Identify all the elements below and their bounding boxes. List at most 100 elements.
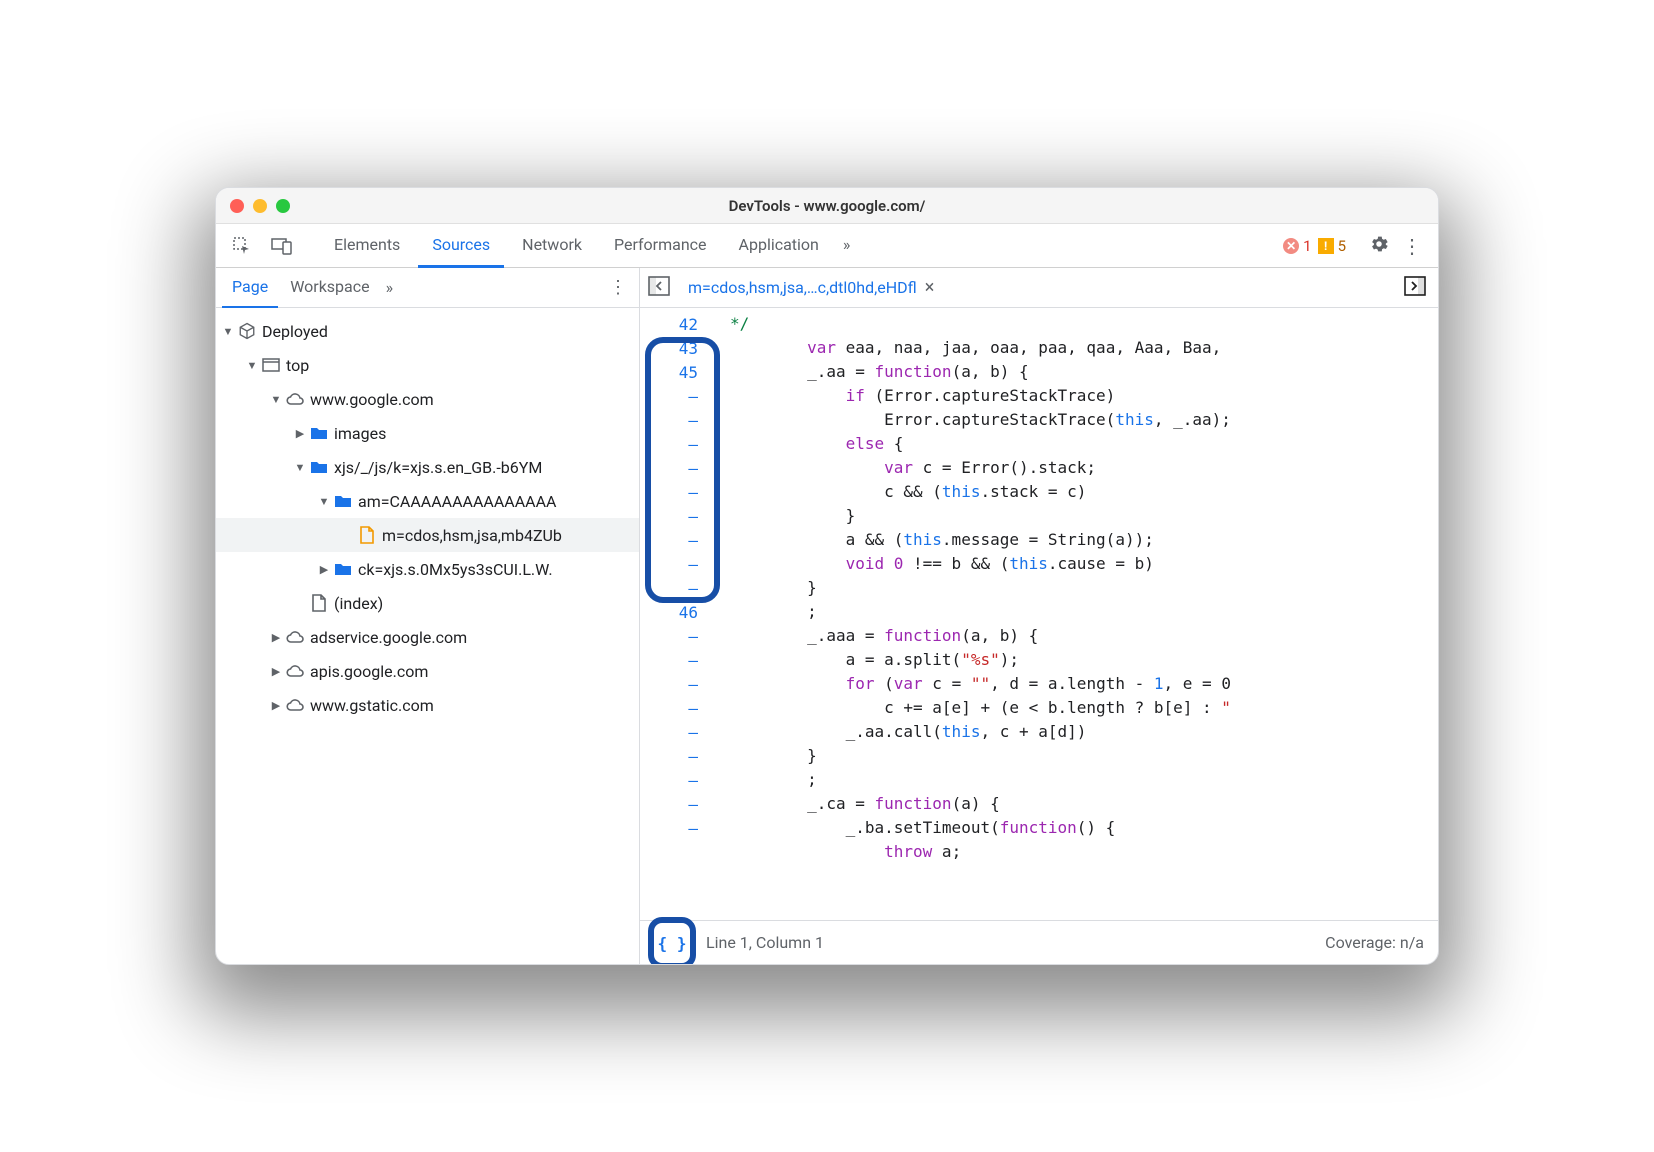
- line-number[interactable]: –: [640, 648, 712, 672]
- tree-gstatic[interactable]: ▶ www.gstatic.com: [216, 688, 639, 722]
- inspect-element-icon[interactable]: [224, 228, 260, 264]
- tree-index[interactable]: (index): [216, 586, 639, 620]
- line-gutter[interactable]: 42 43 45 – – – – – – – – – 46 – – – –: [640, 308, 718, 920]
- line-number[interactable]: –: [640, 792, 712, 816]
- tree-label: m=cdos,hsm,jsa,mb4ZUb: [382, 526, 562, 545]
- line-number[interactable]: –: [640, 576, 712, 600]
- line-number[interactable]: –: [640, 456, 712, 480]
- show-navigator-icon[interactable]: [648, 276, 670, 300]
- subtabs-overflow[interactable]: »: [386, 278, 394, 297]
- expand-icon: ▼: [294, 461, 306, 474]
- tree-label: images: [334, 424, 386, 443]
- line-number[interactable]: –: [640, 408, 712, 432]
- line-number[interactable]: –: [640, 720, 712, 744]
- file-tree: ▼ Deployed ▼ top ▼ www.google.com ▶: [216, 308, 639, 728]
- line-number[interactable]: –: [640, 552, 712, 576]
- error-count: 1: [1303, 237, 1311, 255]
- expand-icon: ▶: [270, 631, 282, 644]
- expand-icon: ▼: [270, 393, 282, 406]
- tree-deployed[interactable]: ▼ Deployed: [216, 314, 639, 348]
- subtab-workspace[interactable]: Workspace: [280, 268, 379, 308]
- line-number[interactable]: –: [640, 696, 712, 720]
- subtab-page[interactable]: Page: [222, 268, 278, 308]
- settings-gear-icon[interactable]: [1368, 233, 1390, 259]
- navigator-menu-icon[interactable]: ⋮: [609, 277, 633, 298]
- line-number[interactable]: –: [640, 384, 712, 408]
- line-number[interactable]: 45: [640, 360, 712, 384]
- tab-performance[interactable]: Performance: [600, 224, 721, 268]
- file-tab-active[interactable]: m=cdos,hsm,jsa,…c,dtl0hd,eHDfl ×: [680, 268, 942, 308]
- error-icon: ✕: [1283, 238, 1299, 254]
- tree-label: www.gstatic.com: [310, 696, 434, 715]
- warning-count-badge[interactable]: ! 5: [1318, 237, 1346, 255]
- code-editor[interactable]: 42 43 45 – – – – – – – – – 46 – – – –: [640, 308, 1438, 920]
- window-title: DevTools - www.google.com/: [729, 197, 926, 215]
- titlebar: DevTools - www.google.com/: [216, 188, 1438, 224]
- minimize-window-button[interactable]: [253, 199, 267, 213]
- tree-google[interactable]: ▼ www.google.com: [216, 382, 639, 416]
- line-number[interactable]: –: [640, 480, 712, 504]
- warning-count: 5: [1338, 237, 1346, 255]
- line-number[interactable]: 43: [640, 336, 712, 360]
- tree-am[interactable]: ▼ am=CAAAAAAAAAAAAAAA: [216, 484, 639, 518]
- error-count-badge[interactable]: ✕ 1: [1283, 237, 1311, 255]
- braces-icon: { }: [658, 934, 687, 953]
- tree-adservice[interactable]: ▶ adservice.google.com: [216, 620, 639, 654]
- line-number[interactable]: –: [640, 528, 712, 552]
- expand-icon: ▶: [270, 665, 282, 678]
- navigator-subtabs: Page Workspace » ⋮: [216, 268, 639, 308]
- cube-icon: [236, 322, 258, 340]
- show-debugger-icon[interactable]: [1404, 276, 1430, 300]
- close-tab-icon[interactable]: ×: [925, 277, 935, 298]
- line-number[interactable]: 42: [640, 312, 712, 336]
- line-number[interactable]: –: [640, 432, 712, 456]
- tree-label: (index): [334, 594, 383, 613]
- tree-images[interactable]: ▶ images: [216, 416, 639, 450]
- cloud-icon: [284, 392, 306, 406]
- line-number[interactable]: 46: [640, 600, 712, 624]
- line-number[interactable]: –: [640, 624, 712, 648]
- editor-panel: m=cdos,hsm,jsa,…c,dtl0hd,eHDfl × 42 43 4…: [640, 268, 1438, 964]
- line-number[interactable]: –: [640, 504, 712, 528]
- tree-label: apis.google.com: [310, 662, 428, 681]
- tree-label: www.google.com: [310, 390, 434, 409]
- coverage-status: Coverage: n/a: [1325, 933, 1424, 952]
- expand-icon: ▶: [294, 427, 306, 440]
- line-number[interactable]: –: [640, 768, 712, 792]
- tree-xjs[interactable]: ▼ xjs/_/js/k=xjs.s.en_GB.-b6YM: [216, 450, 639, 484]
- line-number[interactable]: –: [640, 816, 712, 840]
- tree-top[interactable]: ▼ top: [216, 348, 639, 382]
- maximize-window-button[interactable]: [276, 199, 290, 213]
- expand-icon: ▼: [318, 495, 330, 508]
- code-content[interactable]: */ var eaa, naa, jaa, oaa, paa, qaa, Aaa…: [718, 308, 1438, 920]
- folder-icon: [308, 460, 330, 474]
- tab-application[interactable]: Application: [725, 224, 833, 268]
- device-toolbar-icon[interactable]: [264, 228, 300, 264]
- devtools-window: DevTools - www.google.com/ Elements Sour…: [215, 187, 1439, 965]
- warning-icon: !: [1318, 238, 1334, 254]
- pretty-print-button[interactable]: { }: [648, 917, 696, 965]
- expand-icon: ▼: [246, 359, 258, 372]
- tab-network[interactable]: Network: [508, 224, 596, 268]
- file-tab-label: m=cdos,hsm,jsa,…c,dtl0hd,eHDfl: [688, 278, 917, 297]
- cloud-icon: [284, 664, 306, 678]
- tree-ck[interactable]: ▶ ck=xjs.s.0Mx5ys3sCUI.L.W.: [216, 552, 639, 586]
- line-number[interactable]: –: [640, 672, 712, 696]
- tab-sources[interactable]: Sources: [418, 224, 504, 268]
- statusbar: { } Line 1, Column 1 Coverage: n/a: [640, 920, 1438, 964]
- expand-icon: ▶: [318, 563, 330, 576]
- folder-icon: [308, 426, 330, 440]
- tree-label: top: [286, 356, 309, 375]
- folder-icon: [332, 562, 354, 576]
- more-menu-icon[interactable]: ⋮: [1396, 234, 1428, 258]
- traffic-lights: [230, 199, 290, 213]
- tree-label: Deployed: [262, 322, 328, 341]
- tree-apis[interactable]: ▶ apis.google.com: [216, 654, 639, 688]
- tree-mfile[interactable]: m=cdos,hsm,jsa,mb4ZUb: [216, 518, 639, 552]
- tabs-right-controls: ✕ 1 ! 5 ⋮: [1283, 233, 1438, 259]
- tab-elements[interactable]: Elements: [320, 224, 414, 268]
- tabs-overflow[interactable]: »: [837, 224, 857, 268]
- close-window-button[interactable]: [230, 199, 244, 213]
- expand-icon: ▼: [222, 325, 234, 338]
- line-number[interactable]: –: [640, 744, 712, 768]
